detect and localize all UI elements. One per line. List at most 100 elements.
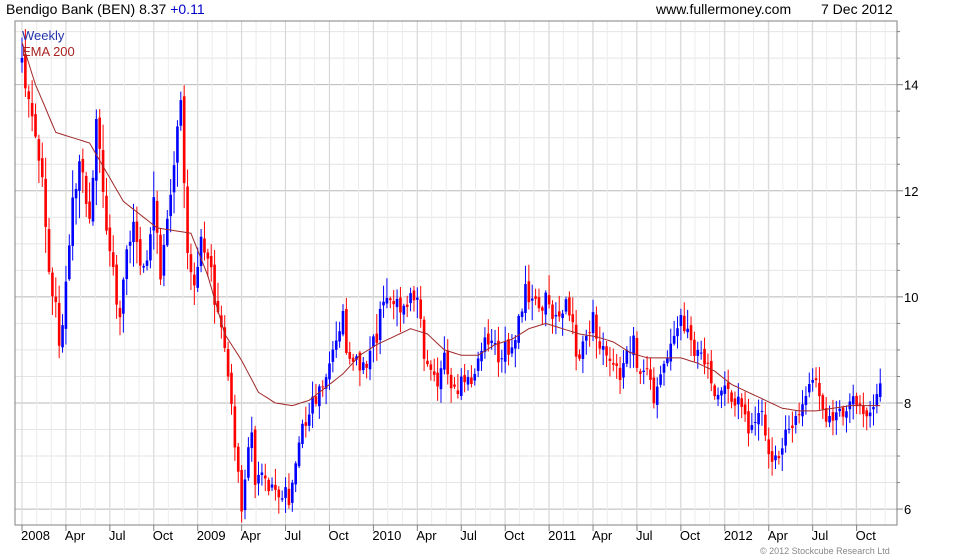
- candle-body: [703, 348, 706, 365]
- candle-body: [209, 256, 213, 268]
- candle-body: [578, 354, 581, 359]
- x-tick-label: Jul: [812, 528, 829, 543]
- candle-body: [530, 298, 534, 301]
- legend-weekly: Weekly: [22, 28, 65, 43]
- candle-body: [145, 260, 149, 266]
- candle-body: [625, 349, 629, 364]
- x-tick-label: Oct: [153, 528, 174, 543]
- candle-body: [639, 371, 642, 374]
- x-tick-label: 2009: [197, 528, 226, 543]
- candle-body: [108, 227, 112, 252]
- candle-body: [78, 161, 81, 191]
- candle-body: [250, 432, 254, 449]
- candle-body: [284, 487, 287, 498]
- candle-body: [84, 175, 88, 204]
- candle-body: [328, 363, 331, 380]
- candle-body: [797, 414, 801, 416]
- chart-grid: [15, 21, 897, 525]
- candle-body: [767, 439, 771, 455]
- x-tick-label: 2010: [372, 528, 401, 543]
- candle-body: [169, 194, 172, 217]
- candle-body: [551, 304, 554, 319]
- candle-body: [193, 274, 196, 286]
- candle-body: [568, 297, 571, 316]
- candle-body: [723, 385, 727, 394]
- candle-body: [794, 415, 798, 426]
- candle-body: [500, 358, 504, 360]
- candle-body: [47, 229, 51, 272]
- candle-body: [34, 114, 37, 137]
- candle-body: [176, 126, 179, 163]
- x-tick-label: 2008: [21, 528, 50, 543]
- candle-body: [71, 197, 74, 246]
- x-tick-label: Oct: [680, 528, 701, 543]
- candle-body: [537, 297, 541, 309]
- candle-body: [51, 272, 54, 297]
- candle-body: [385, 297, 389, 304]
- candle-body: [291, 482, 294, 503]
- candle-body: [449, 374, 453, 389]
- candle-body: [142, 266, 145, 268]
- candle-body: [682, 315, 686, 332]
- x-tick-label: Jul: [636, 528, 653, 543]
- x-tick-label: Apr: [241, 528, 262, 543]
- candle-body: [737, 396, 740, 405]
- candle-body: [422, 319, 426, 359]
- candle-body: [483, 337, 487, 352]
- candle-body: [57, 302, 61, 346]
- candle-body: [615, 363, 618, 366]
- candle-body: [226, 349, 230, 377]
- candle-body: [588, 332, 591, 334]
- candle-body: [862, 405, 865, 415]
- candle-body: [432, 371, 436, 375]
- candle-body: [115, 264, 118, 305]
- candle-body: [247, 447, 250, 478]
- candle-body: [598, 341, 602, 349]
- candle-body: [463, 375, 466, 383]
- candle-body: [595, 314, 598, 339]
- candle-body: [689, 325, 693, 341]
- y-tick-label: 10: [904, 290, 918, 305]
- candle-body: [740, 398, 744, 407]
- price-chart: 6 8 10 12 14 2008 Apr Jul Oct 2009 Apr Jul Oct 2010 A…: [14, 20, 918, 543]
- candle-body: [811, 379, 814, 383]
- candle-body: [564, 299, 568, 312]
- candle-body: [770, 451, 774, 462]
- candle-body: [280, 498, 284, 500]
- candle-body: [81, 158, 85, 173]
- candle-body: [331, 349, 335, 362]
- candle-body: [777, 456, 781, 459]
- candle-body: [693, 339, 696, 356]
- candle-body: [179, 100, 183, 126]
- candle-body: [872, 407, 875, 410]
- candle-body: [429, 364, 433, 370]
- candle-body: [382, 301, 385, 306]
- candle-body: [466, 377, 470, 385]
- x-tick-label: Jul: [460, 528, 477, 543]
- candle-body: [395, 298, 399, 308]
- candle-body: [334, 340, 338, 350]
- candle-body: [855, 395, 858, 406]
- candle-body: [574, 324, 578, 357]
- x-tick-label: Jul: [109, 528, 126, 543]
- candle-body: [189, 254, 193, 273]
- candle-body: [236, 446, 240, 472]
- candle-body: [672, 335, 676, 344]
- candle-body: [206, 252, 210, 259]
- candle-body: [257, 474, 260, 484]
- candle-body: [547, 295, 551, 305]
- candle-body: [64, 281, 68, 329]
- candle-body: [804, 395, 808, 405]
- candle-body: [757, 413, 760, 425]
- candle-body: [399, 297, 402, 313]
- candle-body: [125, 249, 129, 280]
- candle-body: [378, 308, 382, 341]
- candle-body: [361, 362, 365, 371]
- candle-body: [554, 314, 558, 317]
- candle-body: [618, 367, 622, 381]
- candle-body: [632, 335, 635, 356]
- candle-body: [831, 412, 835, 421]
- candle-body: [476, 358, 480, 371]
- candle-body: [365, 363, 368, 368]
- candle-body: [875, 394, 879, 407]
